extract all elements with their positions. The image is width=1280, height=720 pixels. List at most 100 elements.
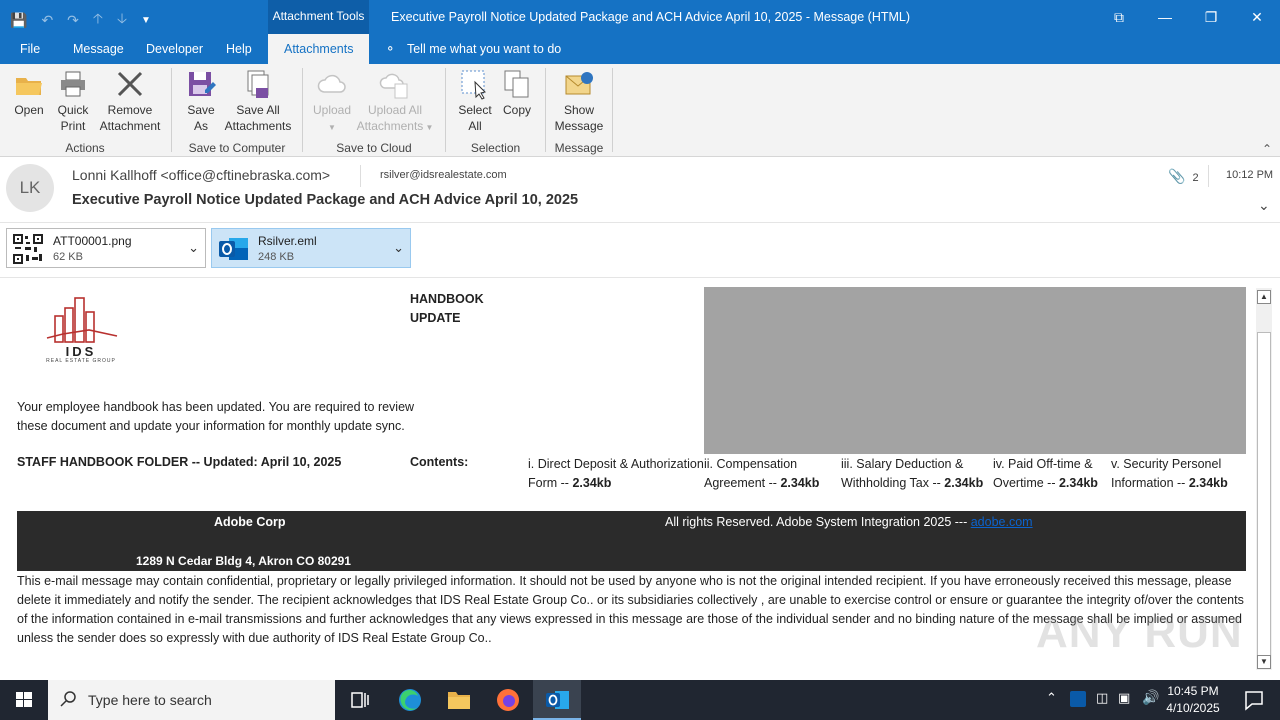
content-item: iii. Salary Deduction & Withholding Tax … [841,455,987,493]
content-item: i. Direct Deposit & Authorization Form -… [528,455,708,493]
footer-banner: Adobe Corp 1289 N Cedar Bldg 4, Akron CO… [17,511,1246,571]
scroll-thumb[interactable] [1257,332,1271,662]
volume-icon[interactable]: 🔊 [1142,689,1159,706]
attachment-item[interactable]: Rsilver.eml 248 KB ⌄ [211,228,411,268]
watermark: ANY RUN [1036,608,1243,657]
content-item: iv. Paid Off-time & Overtime -- 2.34kb [993,455,1109,493]
group-selection-label: Selection [470,141,521,155]
ribbon-tabs: File Message Developer Help Attachments … [0,34,1280,64]
expand-header-icon[interactable]: ⌄ [1258,197,1270,214]
remove-x-icon [117,71,143,97]
attachment-menu-chevron-icon[interactable]: ⌄ [393,240,404,256]
vertical-scrollbar[interactable]: ▲ ▼ [1256,288,1272,670]
footer-company: Adobe Corp [214,515,286,529]
attachment-menu-chevron-icon[interactable]: ⌄ [188,240,199,256]
remove-attachment-label-2: Attachment [99,119,161,133]
save-all-label-1: Save All [236,103,280,117]
upload-label: Upload [312,103,352,117]
group-separator [445,68,446,152]
tab-message[interactable]: Message [73,34,124,64]
undo-icon[interactable]: ↶ [41,12,53,29]
footer-link[interactable]: adobe.com [971,515,1033,529]
collapse-ribbon-icon[interactable]: ⌃ [1262,142,1272,156]
show-hidden-icons-icon[interactable]: ⌃ [1046,690,1057,706]
attachment-count-value: 2 [1192,172,1199,184]
quick-print-label-2: Print [60,119,86,133]
attachment-item[interactable]: ATT00001.png 62 KB ⌄ [6,228,206,268]
file-explorer-button[interactable] [435,680,483,720]
show-message-label-2: Message [554,119,604,133]
attachment-count: 📎 2 [1168,168,1199,185]
clock-time: 10:45 PM [1167,684,1219,698]
title-bar: 💾 ↶ ↷ 🡡 🡣 ▼ Attachment Tools Executive P… [0,0,1280,34]
notifications-button[interactable] [1230,680,1278,720]
network-icon[interactable]: ▣ [1118,690,1130,706]
close-button[interactable]: ✕ [1234,0,1280,34]
clock-date: 4/10/2025 [1166,701,1220,715]
upload-all-label-1: Upload All [367,103,423,117]
attachment-well: ATT00001.png 62 KB ⌄ Rsilver.eml 248 KB … [0,223,1280,278]
tab-file[interactable]: File [20,34,40,64]
attachment-size: 248 KB [258,251,295,263]
show-message-label-1: Show [563,103,595,117]
search-icon [60,691,76,707]
firefox-icon [497,689,519,711]
attachment-size: 62 KB [53,251,83,263]
group-separator [302,68,303,152]
content-item-text: i. Direct Deposit & Authorization Form -… [528,457,704,490]
folder-open-icon [16,78,42,95]
task-view-button[interactable] [336,680,384,720]
scroll-down-icon[interactable]: ▼ [1257,655,1271,669]
quick-print-button[interactable]: Quick Print [55,68,91,134]
firefox-button[interactable] [484,680,532,720]
copy-button[interactable]: Copy [500,68,534,118]
minimize-button[interactable]: — [1142,0,1188,34]
group-save-cloud-label: Save to Cloud [336,141,412,155]
windows-logo-icon [16,692,32,707]
content-item-size: 2.34kb [780,476,820,490]
tab-attachments[interactable]: Attachments [268,34,370,64]
start-button[interactable] [0,680,48,720]
select-all-label-2: All [468,119,482,133]
taskbar-search[interactable]: Type here to search [48,680,335,720]
save-all-attachments-button[interactable]: Save All Attachments [222,68,294,134]
edge-button[interactable] [386,680,434,720]
redo-icon[interactable]: ↷ [67,12,79,29]
copy-icon [504,70,529,98]
received-time: 10:12 PM [1226,169,1274,181]
recipient[interactable]: rsilver@idsrealestate.com [380,169,507,181]
ribbon-display-options-icon[interactable]: ⧉ [1096,0,1142,34]
outlook-taskbar-button[interactable] [533,680,581,720]
outlook-tray-icon[interactable] [1070,691,1086,707]
attachment-name: Rsilver.eml [258,234,317,248]
upload-all-attachments-button[interactable]: Upload All Attachments ▼ [354,68,436,136]
save-as-button[interactable]: Save As [184,68,218,134]
select-all-button[interactable]: Select All [457,68,493,134]
open-button[interactable]: Open [12,68,46,118]
show-message-button[interactable]: Show Message [554,68,604,134]
remove-attachment-button[interactable]: Remove Attachment [97,68,163,134]
next-item-icon[interactable]: 🡣 [117,8,127,32]
maximize-button[interactable]: ❐ [1188,0,1234,34]
save-as-label-1: Save [187,103,215,117]
show-message-icon [565,72,593,95]
outlook-message-icon [219,238,248,260]
previous-item-icon[interactable]: 🡡 [93,8,103,32]
notification-icon [1245,691,1263,711]
sender[interactable]: Lonni Kallhoff <office@cftinebraska.com> [72,167,330,183]
save-as-label-2: As [193,119,208,133]
save-all-icon [247,70,269,98]
scroll-up-icon[interactable]: ▲ [1257,290,1271,304]
customize-qat-icon[interactable]: ▼ [141,15,151,26]
save-icon[interactable]: 💾 [10,12,27,29]
upload-button[interactable]: Upload ▼ [310,68,354,136]
group-save-computer-label: Save to Computer [188,141,286,155]
tab-help[interactable]: Help [226,34,252,64]
tell-me-search[interactable]: ⚬ Tell me what you want to do [385,34,561,64]
content-item: v. Security Personel Information -- 2.34… [1111,455,1246,493]
ribbon: Open Quick Print Remove Attachment Actio… [0,64,1280,157]
tab-developer[interactable]: Developer [146,34,203,64]
taskbar-clock[interactable]: 10:45 PM 4/10/2025 [1160,683,1226,717]
device-icon[interactable]: ◫ [1096,690,1108,706]
task-view-icon [351,692,369,708]
